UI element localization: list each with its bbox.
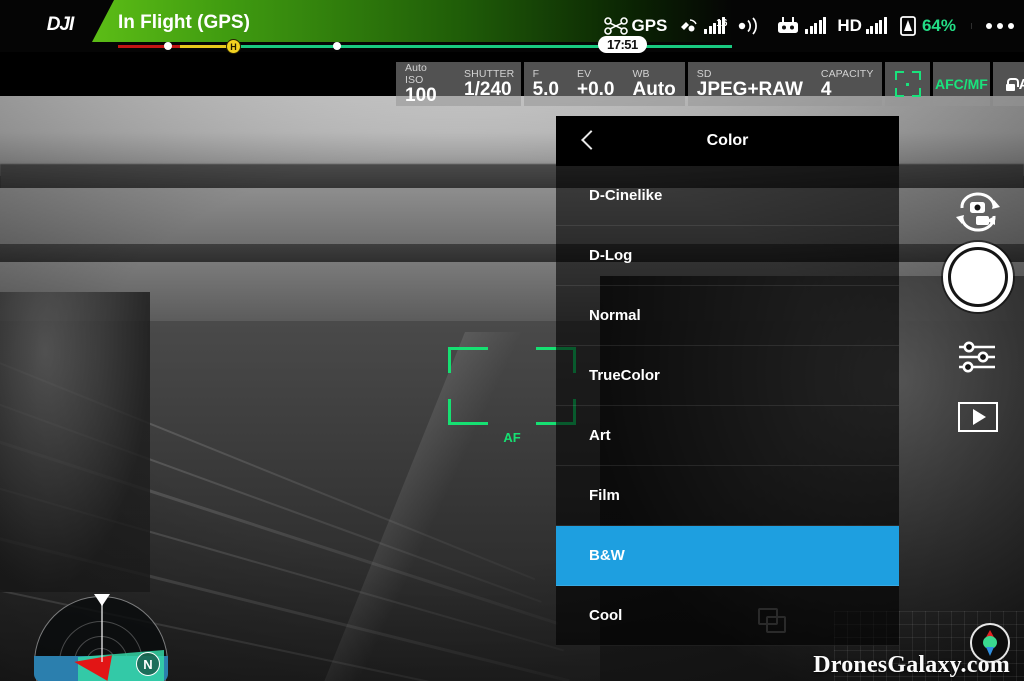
focus-mode-button[interactable]: AFC/MF <box>932 62 991 106</box>
wb-label: WB <box>632 67 650 80</box>
heading-triangle-icon <box>94 594 110 606</box>
radar-center-line <box>101 604 103 662</box>
status-icon-group: GPS 16 HD 64% <box>603 0 1014 52</box>
drone-icon <box>603 17 628 35</box>
aperture-ev-wb-group: F 5.0 EV +0.0 WB Auto <box>523 62 685 106</box>
north-marker: N <box>136 652 160 676</box>
aperture-cell[interactable]: F 5.0 <box>524 62 568 106</box>
af-corner-bl <box>448 399 488 425</box>
focus-mode-label: AFC/MF <box>934 76 988 92</box>
satellite-count: 16 <box>716 18 728 29</box>
wb-value: Auto <box>632 78 676 100</box>
camera-control-rail <box>932 190 1024 440</box>
play-triangle <box>973 409 986 425</box>
battery-auto-icon <box>900 16 916 36</box>
color-option-art[interactable]: Art <box>556 406 899 466</box>
color-option-normal[interactable]: Normal <box>556 286 899 346</box>
shutter-button[interactable] <box>932 242 1024 312</box>
shutter-value: 1/240 <box>464 78 512 100</box>
format-value: JPEG+RAW <box>696 78 803 100</box>
camera-settings-bar: Auto ISO 100 SHUTTER 1/240 F 5.0 EV +0.0… <box>396 62 1024 106</box>
af-corner-tl <box>448 347 488 373</box>
shutter-cell[interactable]: SHUTTER 1/240 <box>455 62 521 106</box>
back-chevron-icon[interactable] <box>578 130 598 150</box>
progress-waypoint-dot <box>333 42 341 50</box>
video-quality-label: HD <box>837 16 862 35</box>
aperture-label: F <box>532 67 540 80</box>
ev-cell[interactable]: EV +0.0 <box>568 62 624 106</box>
camera-video-toggle-button[interactable] <box>932 190 1024 234</box>
wb-cell[interactable]: WB Auto <box>624 62 685 106</box>
lock-open-icon <box>1005 77 1019 91</box>
color-settings-panel: Color D-Cinelike D-Log Normal TrueColor … <box>556 116 899 681</box>
color-option-d-log[interactable]: D-Log <box>556 226 899 286</box>
iso-label: Auto ISO <box>405 61 427 86</box>
shutter-button-icon <box>943 242 1013 312</box>
remote-controller-status[interactable] <box>775 16 827 36</box>
ev-value: +0.0 <box>576 78 615 100</box>
color-option-d-cinelike[interactable]: D-Cinelike <box>556 166 899 226</box>
iso-value: 100 <box>405 84 437 106</box>
capacity-value: 4 <box>820 78 832 100</box>
focus-frame-icon <box>894 71 921 97</box>
playback-button[interactable] <box>932 402 1024 432</box>
iso-cell[interactable]: Auto ISO 100 <box>396 62 455 106</box>
radar-attitude-indicator[interactable]: N <box>26 592 176 681</box>
transmission-waves-icon <box>739 17 758 35</box>
progress-waypoint-dot <box>164 42 172 50</box>
satellite-status[interactable]: 16 <box>678 16 728 36</box>
aircraft-status[interactable]: GPS <box>603 16 668 36</box>
ae-label: AE <box>1019 76 1024 93</box>
video-quality-status[interactable]: HD <box>837 16 887 36</box>
watermark: DronesGalaxy.com <box>813 652 1010 678</box>
format-cell[interactable]: SD JPEG+RAW <box>688 62 812 106</box>
sliders-icon <box>959 341 995 373</box>
focus-area-button[interactable] <box>885 62 930 106</box>
progress-segment-yellow <box>180 45 230 48</box>
battery-status[interactable]: 64% <box>898 15 956 37</box>
camera-settings-button[interactable] <box>932 338 1024 376</box>
capacity-label: CAPACITY <box>820 67 874 80</box>
aperture-value: 5.0 <box>532 78 559 100</box>
color-option-cool[interactable]: Cool <box>556 586 899 646</box>
remote-controller-icon <box>778 17 799 33</box>
feed-top-letterbox-left <box>0 52 396 96</box>
flight-status-text: In Flight (GPS) <box>118 12 250 33</box>
storage-group: SD JPEG+RAW CAPACITY 4 <box>687 62 883 106</box>
panel-header: Color <box>556 116 899 166</box>
top-status-bar: DJI In Flight (GPS) H 17:51 GPS 16 HD 64… <box>0 0 1024 54</box>
sd-card-chip: SD <box>696 67 712 80</box>
dji-logo[interactable]: DJI <box>34 14 86 36</box>
flight-timer-badge: 17:51 <box>598 36 647 53</box>
remote-signal-bars <box>805 17 827 34</box>
home-point-marker: H <box>226 39 241 54</box>
color-option-truecolor[interactable]: TrueColor <box>556 346 899 406</box>
shutter-button-core <box>951 250 1005 304</box>
video-signal-bars <box>865 17 887 34</box>
ev-label: EV <box>576 67 592 80</box>
camera-video-switch-icon <box>956 192 1000 232</box>
satellite-icon <box>681 19 698 32</box>
color-option-film[interactable]: Film <box>556 466 899 526</box>
ae-lock-button[interactable]: AE <box>993 62 1024 106</box>
transmission-status[interactable] <box>736 17 764 35</box>
capacity-cell[interactable]: CAPACITY 4 <box>812 62 883 106</box>
color-profile-list[interactable]: D-Cinelike D-Log Normal TrueColor Art Fi… <box>556 166 899 681</box>
shutter-label: SHUTTER <box>464 67 515 80</box>
gps-label: GPS <box>631 16 668 35</box>
dji-go-flight-screen: AF DJI In Flight (GPS) H 17:51 GPS 16 HD… <box>0 0 1024 681</box>
battery-percent: 64% <box>921 16 956 35</box>
playback-play-icon <box>958 402 998 432</box>
panel-title: Color <box>706 132 749 149</box>
color-option-bw[interactable]: B&W <box>556 526 899 586</box>
more-dots-icon[interactable] <box>971 23 1014 29</box>
exposure-group: Auto ISO 100 SHUTTER 1/240 <box>396 62 521 106</box>
